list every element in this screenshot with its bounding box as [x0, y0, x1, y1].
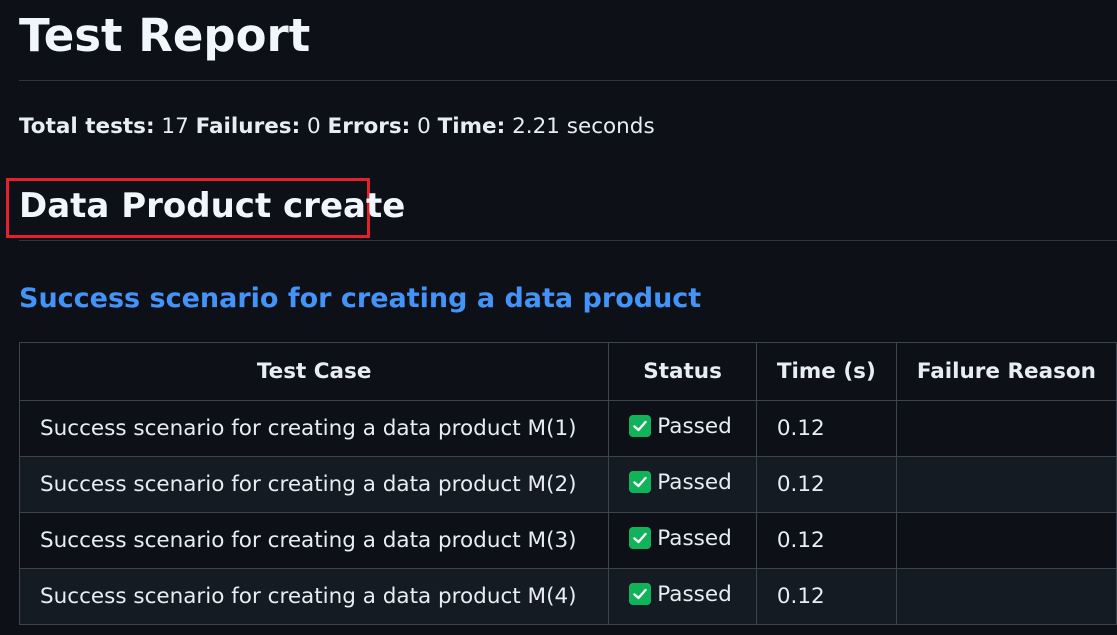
- test-case-cell: Success scenario for creating a data pro…: [18, 400, 610, 457]
- failures-label: Failures:: [195, 114, 301, 139]
- test-case-cell: Success scenario for creating a data pro…: [18, 456, 610, 513]
- time-cell: 0.12: [755, 456, 897, 513]
- status-cell: Passed: [608, 568, 757, 625]
- subsection-title: Success scenario for creating a data pro…: [19, 283, 702, 314]
- total-tests-label: Total tests:: [19, 114, 155, 139]
- status-text: Passed: [657, 469, 732, 495]
- page-title: Test Report: [19, 9, 311, 62]
- table-row: Success scenario for creating a data pro…: [18, 456, 1117, 513]
- time-value: 2.21 seconds: [512, 114, 655, 139]
- test-report-page: Test Report Total tests: 17 Failures: 0 …: [0, 0, 1117, 635]
- test-summary: Total tests: 17 Failures: 0 Errors: 0 Ti…: [19, 113, 655, 141]
- errors-label: Errors:: [327, 114, 411, 139]
- status-cell: Passed: [608, 400, 757, 457]
- status-text: Passed: [657, 581, 732, 607]
- failure-reason-cell: [895, 568, 1117, 625]
- section-title: Data Product create: [19, 186, 406, 226]
- status-text: Passed: [657, 413, 732, 439]
- title-divider: [19, 80, 1117, 81]
- time-cell: 0.12: [755, 400, 897, 457]
- errors-value: 0: [417, 114, 431, 139]
- check-icon: [629, 583, 652, 606]
- header-status: Status: [608, 342, 757, 401]
- failure-reason-cell: [895, 512, 1117, 569]
- header-time: Time (s): [755, 342, 897, 401]
- table-row: Success scenario for creating a data pro…: [18, 400, 1117, 457]
- check-icon: [629, 471, 652, 494]
- total-tests-value: 17: [161, 114, 189, 139]
- failures-value: 0: [307, 114, 321, 139]
- test-case-cell: Success scenario for creating a data pro…: [18, 568, 610, 625]
- results-table: Test Case Status Time (s) Failure Reason…: [18, 342, 1117, 625]
- check-icon: [629, 415, 652, 438]
- failure-reason-cell: [895, 400, 1117, 457]
- section-divider: [19, 240, 1117, 241]
- header-failure-reason: Failure Reason: [895, 342, 1117, 401]
- table-row: Success scenario for creating a data pro…: [18, 512, 1117, 569]
- header-test-case: Test Case: [18, 342, 610, 401]
- time-cell: 0.12: [755, 568, 897, 625]
- check-icon: [629, 527, 652, 550]
- table-header-row: Test Case Status Time (s) Failure Reason: [18, 342, 1117, 401]
- status-cell: Passed: [608, 512, 757, 569]
- status-cell: Passed: [608, 456, 757, 513]
- table-row: Success scenario for creating a data pro…: [18, 568, 1117, 625]
- time-cell: 0.12: [755, 512, 897, 569]
- failure-reason-cell: [895, 456, 1117, 513]
- time-label: Time:: [437, 114, 506, 139]
- status-text: Passed: [657, 525, 732, 551]
- test-case-cell: Success scenario for creating a data pro…: [18, 512, 610, 569]
